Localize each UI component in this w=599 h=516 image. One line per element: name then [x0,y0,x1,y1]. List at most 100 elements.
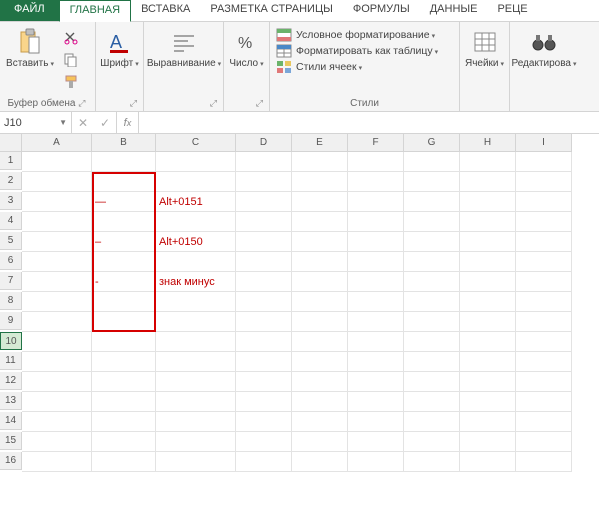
cell-E14[interactable] [292,412,348,432]
tab-file[interactable]: ФАЙЛ [0,0,59,21]
cell-E6[interactable] [292,252,348,272]
cell-E4[interactable] [292,212,348,232]
cell-I11[interactable] [516,352,572,372]
cell-E9[interactable] [292,312,348,332]
tab-home[interactable]: ГЛАВНАЯ [59,0,131,22]
cell-I15[interactable] [516,432,572,452]
row-header-6[interactable]: 6 [0,252,22,270]
cell-B4[interactable] [92,212,156,232]
alignment-launcher-icon[interactable]: ⤢ [148,96,219,111]
cell-B5[interactable]: – [92,232,156,252]
cell-I4[interactable] [516,212,572,232]
cell-B6[interactable] [92,252,156,272]
number-button[interactable]: % Число [228,24,265,70]
cell-C2[interactable] [156,172,236,192]
row-header-1[interactable]: 1 [0,152,22,170]
cell-A15[interactable] [22,432,92,452]
row-header-15[interactable]: 15 [0,432,22,450]
cell-I1[interactable] [516,152,572,172]
row-header-16[interactable]: 16 [0,452,22,470]
cell-D3[interactable] [236,192,292,212]
cell-H3[interactable] [460,192,516,212]
cell-B1[interactable] [92,152,156,172]
tab-data[interactable]: ДАННЫЕ [420,0,488,21]
cell-E7[interactable] [292,272,348,292]
cell-I14[interactable] [516,412,572,432]
cell-F6[interactable] [348,252,404,272]
cell-C12[interactable] [156,372,236,392]
col-header-G[interactable]: G [404,134,460,152]
cell-G10[interactable] [404,332,460,352]
cell-D16[interactable] [236,452,292,472]
cell-C3[interactable]: Alt+0151 [156,192,236,212]
cell-A6[interactable] [22,252,92,272]
cell-B7[interactable]: - [92,272,156,292]
cell-C1[interactable] [156,152,236,172]
editing-button[interactable]: Редактирова [514,24,574,70]
cell-B15[interactable] [92,432,156,452]
cell-C15[interactable] [156,432,236,452]
cell-C5[interactable]: Alt+0150 [156,232,236,252]
cut-button[interactable] [60,28,82,48]
conditional-formatting-button[interactable]: Условное форматирование [276,28,438,42]
format-as-table-button[interactable]: Форматировать как таблицу [276,44,438,58]
cell-A8[interactable] [22,292,92,312]
col-header-A[interactable]: A [22,134,92,152]
cell-D11[interactable] [236,352,292,372]
cell-D13[interactable] [236,392,292,412]
cell-D2[interactable] [236,172,292,192]
cell-C6[interactable] [156,252,236,272]
cancel-icon[interactable]: ✕ [72,116,94,130]
cell-D8[interactable] [236,292,292,312]
cell-I6[interactable] [516,252,572,272]
cell-E15[interactable] [292,432,348,452]
cell-A14[interactable] [22,412,92,432]
cell-G9[interactable] [404,312,460,332]
tab-page-layout[interactable]: РАЗМЕТКА СТРАНИЦЫ [200,0,342,21]
cell-G6[interactable] [404,252,460,272]
cell-G4[interactable] [404,212,460,232]
cell-B13[interactable] [92,392,156,412]
cell-F7[interactable] [348,272,404,292]
cell-D1[interactable] [236,152,292,172]
tab-review[interactable]: РЕЦЕ [487,0,537,21]
clipboard-launcher-icon[interactable]: ⤢ [78,98,87,108]
cell-G11[interactable] [404,352,460,372]
cell-A2[interactable] [22,172,92,192]
cell-B12[interactable] [92,372,156,392]
cell-C9[interactable] [156,312,236,332]
cell-H7[interactable] [460,272,516,292]
tab-formulas[interactable]: ФОРМУЛЫ [343,0,420,21]
cell-A12[interactable] [22,372,92,392]
cell-F3[interactable] [348,192,404,212]
cell-C16[interactable] [156,452,236,472]
cell-B8[interactable] [92,292,156,312]
cell-C14[interactable] [156,412,236,432]
cell-A7[interactable] [22,272,92,292]
row-header-14[interactable]: 14 [0,412,22,430]
fx-label-icon[interactable]: fx [117,112,139,133]
row-header-5[interactable]: 5 [0,232,22,250]
row-header-8[interactable]: 8 [0,292,22,310]
cell-I9[interactable] [516,312,572,332]
cell-A10[interactable] [22,332,92,352]
col-header-F[interactable]: F [348,134,404,152]
cell-H12[interactable] [460,372,516,392]
number-launcher-icon[interactable]: ⤢ [228,96,265,111]
row-header-2[interactable]: 2 [0,172,22,190]
chevron-down-icon[interactable]: ▼ [59,118,67,127]
cell-F15[interactable] [348,432,404,452]
cell-C7[interactable]: знак минус [156,272,236,292]
cell-G7[interactable] [404,272,460,292]
cell-G16[interactable] [404,452,460,472]
font-launcher-icon[interactable]: ⤢ [100,96,139,111]
cell-E8[interactable] [292,292,348,312]
cell-F14[interactable] [348,412,404,432]
row-header-3[interactable]: 3 [0,192,22,210]
cell-I13[interactable] [516,392,572,412]
cell-H16[interactable] [460,452,516,472]
copy-button[interactable] [60,50,82,70]
row-header-9[interactable]: 9 [0,312,22,330]
cell-F10[interactable] [348,332,404,352]
cell-A4[interactable] [22,212,92,232]
